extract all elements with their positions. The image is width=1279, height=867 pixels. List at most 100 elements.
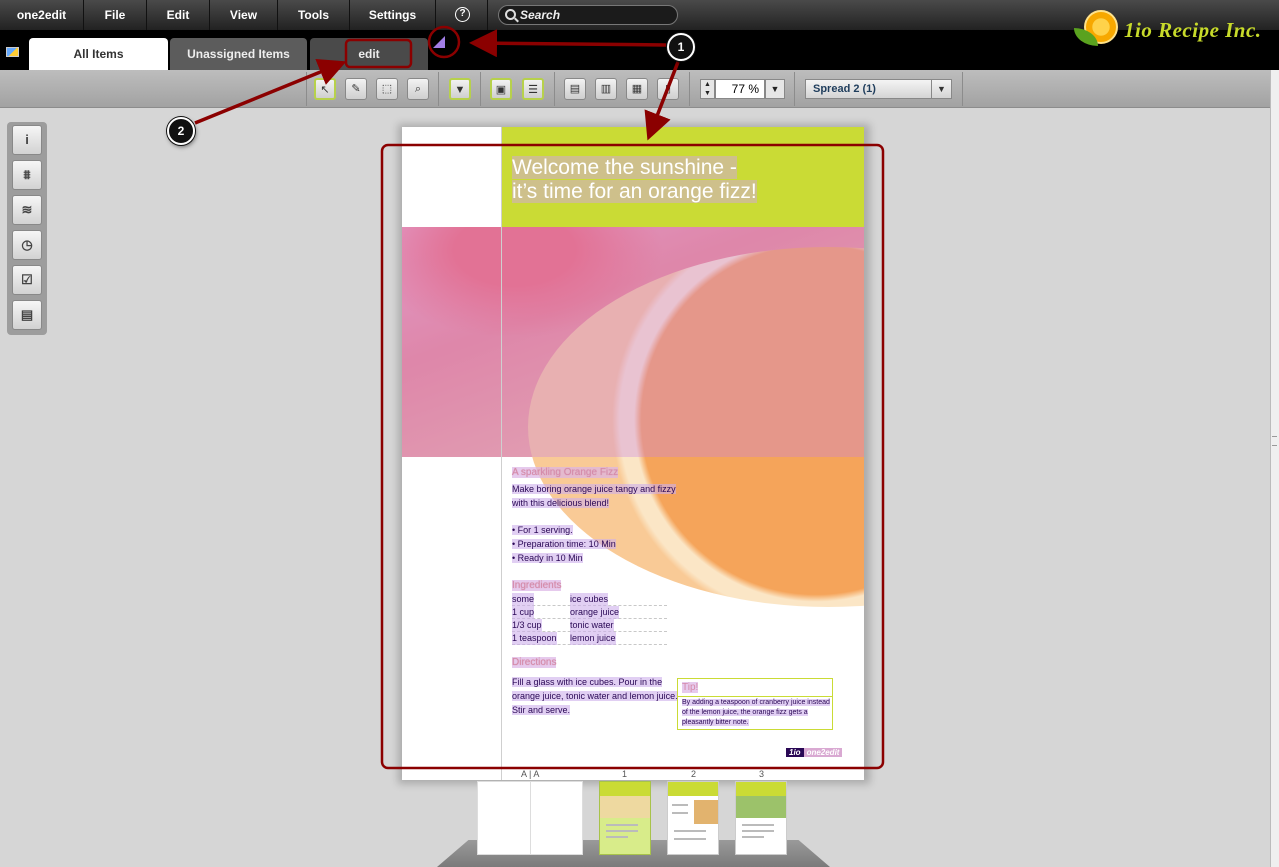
vertical-scrollbar[interactable] bbox=[1270, 70, 1279, 867]
page-thumbnail-master[interactable] bbox=[477, 781, 583, 855]
table-row[interactable]: 1/3 cup tonic water bbox=[512, 619, 667, 632]
spread-select-value: Spread 2 (1) bbox=[813, 83, 876, 95]
menu-file[interactable]: File bbox=[84, 0, 147, 30]
layers-icon[interactable]: ≋ bbox=[12, 195, 42, 225]
thumb-header bbox=[736, 782, 786, 796]
page-label-master: A | A bbox=[521, 769, 540, 779]
chevron-down-icon: ▼ bbox=[931, 80, 951, 98]
intro-text[interactable]: Make boring orange juice tangy and fizzy… bbox=[512, 482, 676, 510]
zoom-stepper[interactable]: ▲ ▼ bbox=[700, 79, 715, 99]
thumb-image bbox=[736, 796, 786, 818]
zoom-input[interactable] bbox=[715, 79, 765, 99]
question-circle-icon: ? bbox=[455, 7, 470, 22]
single-page-view-icon[interactable]: ▤ bbox=[564, 78, 586, 100]
pencil-tool-icon[interactable]: ✎ bbox=[345, 78, 367, 100]
ingredients-title[interactable]: Ingredients bbox=[512, 580, 562, 591]
logo-text: 1io Recipe Inc. bbox=[1124, 18, 1262, 42]
callout-badge-1: 1 bbox=[667, 33, 695, 61]
menu-one2edit[interactable]: one2edit bbox=[0, 0, 84, 30]
callout-badge-2: 2 bbox=[167, 117, 195, 145]
zoom-tool-icon[interactable]: ⌕ bbox=[407, 78, 429, 100]
menu-settings[interactable]: Settings bbox=[350, 0, 436, 30]
thumb-line bbox=[674, 838, 706, 840]
footer-logo: 1io one2edit bbox=[786, 747, 843, 759]
document-page[interactable]: Welcome the sunshine - it’s time for an … bbox=[402, 127, 864, 780]
search-icon bbox=[505, 9, 516, 20]
text-frame-icon[interactable]: ☰ bbox=[522, 78, 544, 100]
recipe-subtitle[interactable]: A sparkling Orange Fizz bbox=[512, 467, 619, 478]
page-label-1: 1 bbox=[622, 769, 628, 779]
scrollbar-grip-icon[interactable] bbox=[1272, 436, 1277, 446]
thumb-line bbox=[742, 824, 774, 826]
toolbar-separator bbox=[480, 72, 481, 106]
thumb-image bbox=[600, 796, 650, 818]
history-clock-icon[interactable]: ◷ bbox=[12, 230, 42, 260]
company-logo: 1io Recipe Inc. bbox=[1074, 8, 1274, 54]
select-tool-icon[interactable]: ↖ bbox=[314, 78, 336, 100]
tab-edit[interactable]: edit bbox=[310, 38, 428, 70]
directions-title[interactable]: Directions bbox=[512, 657, 557, 668]
table-row[interactable]: 1 cup orange juice bbox=[512, 606, 667, 619]
tip-text: By adding a teaspoon of cranberry juice … bbox=[682, 699, 830, 726]
tab-all-items[interactable]: All Items bbox=[29, 38, 168, 70]
frame-tool-icon[interactable]: ⬚ bbox=[376, 78, 398, 100]
comments-icon[interactable]: ▤ bbox=[12, 300, 42, 330]
thumb-header bbox=[600, 782, 650, 796]
selection-tint bbox=[402, 227, 864, 457]
page-label-3: 3 bbox=[759, 769, 765, 779]
toolbar-separator bbox=[962, 72, 963, 106]
spread-select[interactable]: Spread 2 (1) ▼ bbox=[805, 79, 952, 99]
list-item: • For 1 serving. bbox=[512, 525, 573, 535]
page-thumbnail-3[interactable] bbox=[735, 781, 787, 855]
structure-icon[interactable]: ⩩ bbox=[12, 160, 42, 190]
toolbar-separator bbox=[794, 72, 795, 106]
search-input[interactable] bbox=[498, 5, 678, 25]
page-gutter-line bbox=[501, 127, 502, 780]
table-row[interactable]: 1 teaspoon lemon juice bbox=[512, 632, 667, 645]
headline-line-1: Welcome the sunshine - bbox=[512, 156, 737, 179]
thumb-line bbox=[606, 824, 638, 826]
menu-tools[interactable]: Tools bbox=[278, 0, 350, 30]
thumb-image bbox=[694, 800, 718, 824]
thumb-line bbox=[742, 830, 774, 832]
grid-view-icon[interactable]: ▦ bbox=[626, 78, 648, 100]
page-headline[interactable]: Welcome the sunshine - it’s time for an … bbox=[512, 156, 812, 204]
list-item: • Preparation time: 10 Min bbox=[512, 539, 616, 549]
image-frame-icon[interactable]: ▣ bbox=[490, 78, 512, 100]
toolbar-separator bbox=[554, 72, 555, 106]
fit-page-icon[interactable]: ▯ bbox=[657, 78, 679, 100]
toolbar-separator bbox=[438, 72, 439, 106]
bullet-list[interactable]: • For 1 serving. • Preparation time: 10 … bbox=[512, 523, 616, 565]
comment-tool-icon[interactable]: ▼ bbox=[449, 78, 471, 100]
help-button[interactable]: ? bbox=[436, 0, 488, 30]
thumb-line bbox=[674, 830, 706, 832]
menu-edit[interactable]: Edit bbox=[147, 0, 210, 30]
menu-view[interactable]: View bbox=[210, 0, 278, 30]
info-icon[interactable]: i bbox=[12, 125, 42, 155]
thumb-line bbox=[672, 812, 688, 814]
table-row[interactable]: some ice cubes bbox=[512, 593, 667, 606]
zoom-dropdown-chevron-down-icon[interactable]: ▼ bbox=[765, 79, 785, 99]
thumb-line bbox=[606, 836, 628, 838]
list-item: • Ready in 10 Min bbox=[512, 553, 583, 563]
workspace-icon[interactable] bbox=[6, 47, 19, 57]
tab-corner-marker-icon[interactable] bbox=[433, 36, 445, 48]
page-label-2: 2 bbox=[691, 769, 697, 779]
tasks-checklist-icon[interactable]: ☑ bbox=[12, 265, 42, 295]
thumb-line bbox=[606, 830, 638, 832]
headline-line-2: it’s time for an orange fizz! bbox=[512, 180, 757, 203]
tab-unassigned-items[interactable]: Unassigned Items bbox=[170, 38, 307, 70]
thumb-line bbox=[672, 804, 688, 806]
thumb-header bbox=[668, 782, 718, 796]
toolbar-separator bbox=[306, 72, 307, 106]
orange-photo-frame[interactable] bbox=[402, 227, 864, 607]
page-thumbnail-1[interactable] bbox=[599, 781, 651, 855]
tip-title: Tip! bbox=[682, 682, 699, 693]
tip-box[interactable]: Tip! By adding a teaspoon of cranberry j… bbox=[677, 678, 833, 730]
directions-text[interactable]: Fill a glass with ice cubes. Pour in the… bbox=[512, 675, 678, 717]
spread-view-icon[interactable]: ▥ bbox=[595, 78, 617, 100]
page-thumbnail-2[interactable] bbox=[667, 781, 719, 855]
toolbar-separator bbox=[689, 72, 690, 106]
thumb-line bbox=[742, 836, 764, 838]
tip-divider bbox=[678, 696, 832, 697]
